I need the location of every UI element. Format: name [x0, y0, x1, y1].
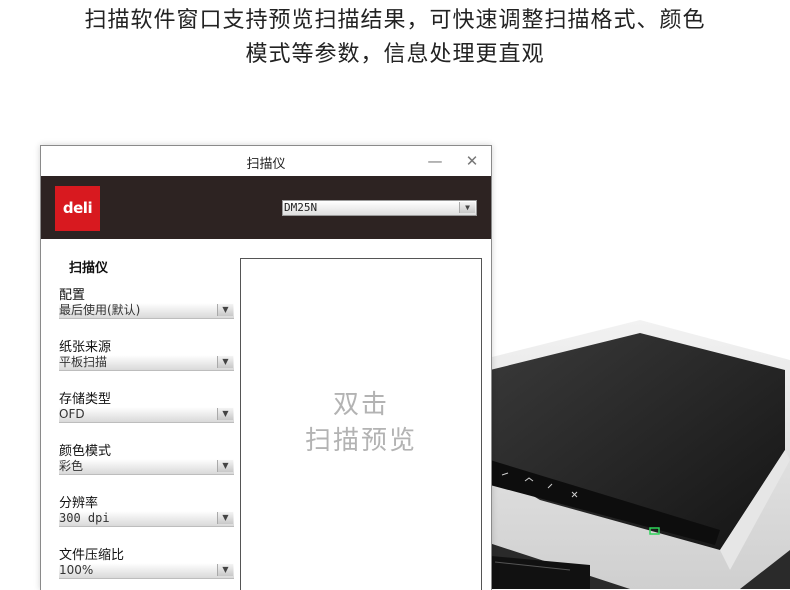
field-label-storage-type: 存储类型: [59, 392, 112, 407]
scan-preview-area[interactable]: 双击 扫描预览: [240, 258, 482, 590]
device-select-value: DM25N: [284, 201, 318, 214]
minimize-icon[interactable]: —: [424, 150, 446, 172]
scanner-window: 扫描仪 — ✕ deli DM25N ▼ 扫描仪 配置 最后使用(默认) ▼ 纸…: [40, 145, 492, 590]
field-label-resolution: 分辨率: [59, 496, 99, 511]
headline: 扫描软件窗口支持预览扫描结果，可快速调整扫描格式、颜色 模式等参数，信息处理更直…: [0, 4, 790, 72]
preview-hint: 双击 扫描预览: [241, 387, 481, 459]
config-select[interactable]: 最后使用(默认) ▼: [59, 303, 234, 319]
config-select-value: 最后使用(默认): [59, 303, 141, 317]
paper-source-select-value: 平板扫描: [59, 355, 108, 369]
header-band: deli DM25N ▼: [41, 176, 491, 239]
chevron-down-icon[interactable]: ▼: [459, 202, 475, 213]
color-mode-select[interactable]: 彩色 ▼: [59, 459, 234, 475]
chevron-down-icon[interactable]: ▼: [217, 408, 233, 420]
headline-line-2: 模式等参数，信息处理更直观: [245, 42, 545, 67]
preview-hint-line-1: 双击: [332, 390, 389, 420]
chevron-down-icon[interactable]: ▼: [217, 512, 233, 524]
storage-type-select-value: OFD: [59, 407, 85, 421]
paper-source-select[interactable]: 平板扫描 ▼: [59, 355, 234, 371]
chevron-down-icon[interactable]: ▼: [217, 564, 233, 576]
resolution-select[interactable]: 300 dpi ▼: [59, 511, 234, 527]
storage-type-select[interactable]: OFD ▼: [59, 407, 234, 423]
printer-image: [480, 320, 790, 589]
title-bar: 扫描仪 — ✕: [41, 146, 491, 176]
field-label-compression: 文件压缩比: [59, 548, 125, 563]
compression-select-value: 100%: [59, 563, 94, 577]
field-label-color-mode: 颜色模式: [59, 444, 112, 459]
field-label-config: 配置: [59, 288, 86, 303]
chevron-down-icon[interactable]: ▼: [217, 460, 233, 472]
headline-line-1: 扫描软件窗口支持预览扫描结果，可快速调整扫描格式、颜色: [84, 8, 706, 33]
close-icon[interactable]: ✕: [461, 150, 483, 172]
field-label-paper-source: 纸张来源: [59, 340, 112, 355]
color-mode-select-value: 彩色: [59, 459, 84, 473]
device-select[interactable]: DM25N ▼: [282, 200, 477, 216]
resolution-select-value: 300 dpi: [59, 511, 110, 525]
chevron-down-icon[interactable]: ▼: [217, 304, 233, 316]
chevron-down-icon[interactable]: ▼: [217, 356, 233, 368]
compression-select[interactable]: 100% ▼: [59, 563, 234, 579]
preview-hint-line-2: 扫描预览: [304, 426, 417, 456]
panel-title: 扫描仪: [69, 261, 109, 276]
deli-logo: deli: [55, 186, 100, 231]
